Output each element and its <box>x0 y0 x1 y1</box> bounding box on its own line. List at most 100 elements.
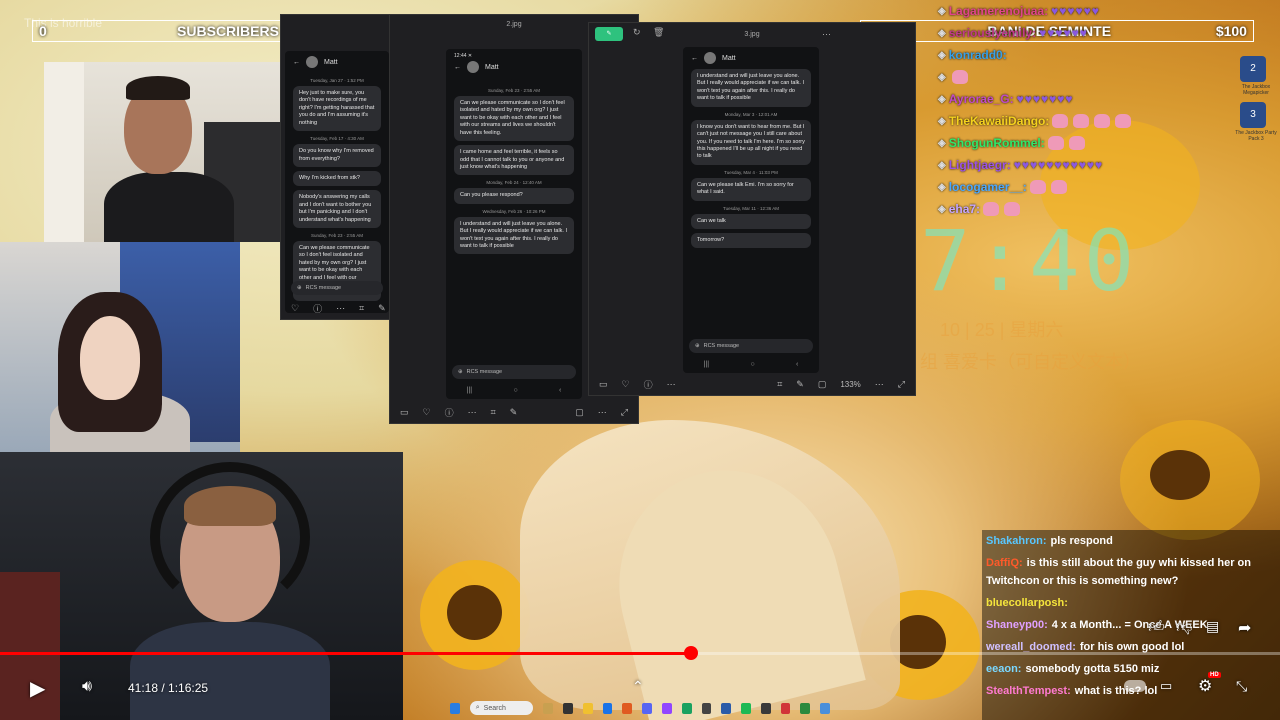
video-frame[interactable]: This is horrible 0 SUBSCRIBERS 6 $0 BANI… <box>0 0 1280 720</box>
more-icon[interactable]: ⋯ <box>667 379 676 390</box>
chat-message: ◈ seriouslyemily: ♥♥♥♥♥♥ <box>938 22 1228 44</box>
fullscreen-exit-icon[interactable]: ⤡ <box>1236 678 1247 695</box>
message-timestamp: Sunday, Feb 23 · 2:55 AM <box>488 88 540 93</box>
crop-icon[interactable]: ⌗ <box>491 407 496 418</box>
info-icon[interactable]: ⓘ <box>313 302 322 315</box>
like-icon[interactable]: 👍︎ <box>1148 618 1165 637</box>
hd-badge: HD <box>1208 672 1221 678</box>
message-compose-field[interactable]: ⊕ RCS message <box>452 365 576 379</box>
taskbar-app-icon[interactable] <box>741 702 751 714</box>
chat-username: StealthTempest: <box>986 685 1071 697</box>
webcam-top-left <box>44 62 284 242</box>
folder-icon[interactable] <box>582 702 593 714</box>
back-arrow-icon: ← <box>293 58 300 66</box>
zoom-level[interactable]: 133% <box>840 380 860 389</box>
more-icon-2[interactable]: ⋯ <box>598 407 607 418</box>
taskbar-app-icon[interactable] <box>701 702 712 714</box>
image-viewer-window-3[interactable]: ✎ ↻ 🗑 3.jpg ⋯ ← Matt I understand and wi… <box>588 22 916 396</box>
jackbox-megapicker-icon[interactable]: 2 <box>1240 56 1266 82</box>
contact-name: Matt <box>324 58 338 66</box>
chat-username: eeaon: <box>986 663 1022 675</box>
chat-message: ◈ ShogunRommel: <box>938 132 1228 154</box>
edit-icon[interactable]: ✎ <box>378 303 386 314</box>
compose-placeholder: RCS message <box>466 369 503 375</box>
windows-start-icon[interactable] <box>449 702 460 714</box>
message-bubble: Can we talk <box>691 213 811 230</box>
taskbar-app-icon[interactable] <box>642 702 652 714</box>
taskbar-app-icon[interactable] <box>820 702 831 714</box>
chevron-up-icon[interactable]: ⌃ <box>632 678 644 695</box>
crop-icon[interactable]: ⌗ <box>359 303 364 314</box>
fullscreen-icon[interactable]: ⤢ <box>621 407 628 418</box>
more-icon[interactable]: ⋯ <box>468 407 477 418</box>
comment-icon[interactable]: ▤ <box>1206 618 1219 635</box>
slideshow-icon[interactable]: ▭ <box>599 379 608 390</box>
message-timestamp: Wednesday, Feb 26 · 10:26 PM <box>482 208 546 214</box>
edit-icon[interactable]: ✎ <box>796 379 804 390</box>
compose-placeholder: RCS message <box>703 343 740 349</box>
jackbox-party-pack-icon[interactable]: 3 <box>1240 102 1266 128</box>
settings-icon[interactable]: ⚙ <box>1198 676 1212 696</box>
jackbox-megapicker-label: The Jackbox Megapicker <box>1241 84 1271 96</box>
edit-icon[interactable]: ✎ <box>510 407 518 418</box>
chat-badge-icon: ◈ <box>938 203 946 215</box>
chat-username: DaffiQ: <box>986 557 1023 569</box>
back-icon: ‹ <box>795 360 799 368</box>
taskbar-app-icon[interactable] <box>800 702 811 714</box>
subscriber-count-current: 0 <box>39 23 47 39</box>
crop-icon[interactable]: ⌗ <box>777 379 782 390</box>
taskbar-app-icon[interactable] <box>681 702 692 714</box>
message-bubble: Nobody's answering my calls and I don't … <box>293 190 381 229</box>
jackbox-party-pack-label: The Jackbox Party Pack 3 <box>1235 130 1277 142</box>
taskbar-app-icon[interactable] <box>780 702 791 714</box>
taskbar-app-icon[interactable] <box>602 702 613 714</box>
heart-icon[interactable]: ♡ <box>291 303 299 314</box>
taskbar-app-icon[interactable] <box>622 702 633 714</box>
fit-icon[interactable]: ▢ <box>818 379 827 390</box>
message-timestamp: Monday, Feb 24 · 12:40 AM <box>486 180 542 186</box>
chat-badge-icon: ◈ <box>938 5 946 17</box>
chat-username: Shakahron: <box>986 535 1047 547</box>
blob-emote <box>1068 136 1085 150</box>
back-arrow-icon: ← <box>454 63 461 71</box>
heart-icon[interactable]: ♡ <box>622 379 630 390</box>
message-list: I understand and will just leave you alo… <box>683 69 819 249</box>
back-arrow-icon: ← <box>691 54 698 62</box>
recents-icon: ||| <box>703 360 710 368</box>
slideshow-icon[interactable]: ▭ <box>400 407 409 418</box>
taskbar-app-icon[interactable] <box>563 702 573 714</box>
avatar <box>704 52 716 64</box>
more-options-icon[interactable]: ⋯ <box>822 29 831 40</box>
heart-icon[interactable]: ♡ <box>423 407 431 418</box>
fit-icon[interactable]: ▢ <box>575 407 584 418</box>
chat-username: bluecollarposh: <box>986 597 1068 609</box>
message-compose-field[interactable]: ⊕ RCS message <box>689 339 813 353</box>
play-button[interactable]: ▶ <box>30 676 45 701</box>
taskbar-app-icon[interactable] <box>721 702 732 714</box>
share-icon[interactable]: ➦ <box>1238 618 1251 638</box>
more-icon-2[interactable]: ⋯ <box>875 379 884 390</box>
conversation-header: ← Matt <box>683 47 819 69</box>
volume-icon[interactable]: 🔊︎ <box>82 678 92 696</box>
time-display: 41:18 / 1:16:25 <box>128 681 209 695</box>
captions-icon[interactable]: ▭ <box>1160 678 1172 694</box>
taskbar-app-icon[interactable] <box>543 702 554 714</box>
info-icon[interactable]: ⓘ <box>644 378 653 391</box>
windows-taskbar: ⌕ Search <box>449 698 831 718</box>
chat-badge-icon: ◈ <box>938 49 946 61</box>
chat-message: eeaon: somebody gotta 5150 miz <box>982 658 1280 680</box>
progress-bar[interactable] <box>0 652 1280 655</box>
chat-message: Shaneyp00: 4 x a Month... = Once A WEEK <box>982 614 1280 636</box>
chat-text: somebody gotta 5150 miz <box>1025 663 1160 675</box>
chat-badge-icon: ◈ <box>938 159 946 171</box>
taskbar-search[interactable]: ⌕ Search <box>469 701 534 715</box>
message-timestamp: Tuesday, Mar 4 · 11:03 PM <box>724 169 778 175</box>
dislike-icon[interactable]: 👎︎ <box>1176 618 1192 637</box>
info-icon[interactable]: ⓘ <box>445 406 454 419</box>
taskbar-app-icon[interactable] <box>662 702 672 714</box>
more-icon[interactable]: ⋯ <box>336 303 345 314</box>
taskbar-app-icon[interactable] <box>760 702 771 714</box>
autoplay-toggle[interactable] <box>1124 680 1146 692</box>
message-compose-field[interactable]: ⊕ RCS message <box>291 281 383 295</box>
fullscreen-icon[interactable]: ⤢ <box>898 379 905 390</box>
